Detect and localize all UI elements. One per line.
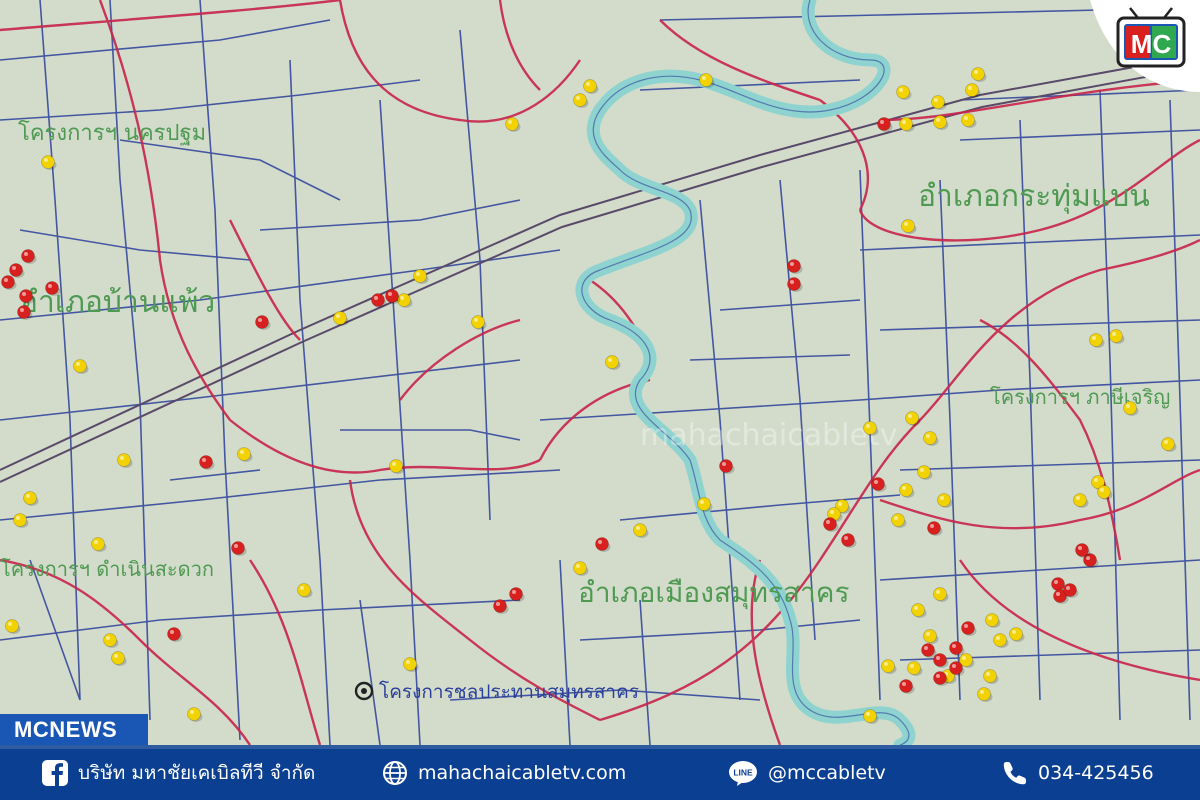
label-phasi-charoen: โครงการฯ ภาษีเจริญ — [990, 385, 1170, 409]
footer-bar: บริษัท มหาชัยเคเบิลทีวี จำกัด mahachaica… — [0, 745, 1200, 800]
globe-icon — [383, 761, 407, 785]
phone-icon — [1003, 762, 1026, 785]
label-muang-samut-sakhon: อำเภอเมืองสมุทรสาคร — [578, 576, 850, 610]
line-icon-text: LINE — [733, 768, 753, 778]
label-project-sakhon: โครงการชลประทานสมุทรสาคร — [379, 680, 639, 704]
map-canvas[interactable]: โครงการฯ นครปฐม อำเภอบ้านแพ้ว อำเภอกระทุ… — [0, 0, 1200, 745]
footer-line-id: @mccabletv — [768, 762, 886, 784]
footer-facebook[interactable]: บริษัท มหาชัยเคเบิลทีวี จำกัด — [42, 759, 315, 787]
footer-phone-number: 034-425456 — [1038, 762, 1154, 784]
mc-logo-text: MC — [1131, 29, 1172, 59]
line-app-icon: LINE — [729, 761, 757, 786]
facebook-icon — [42, 760, 68, 786]
footer-website[interactable]: mahachaicabletv.com — [382, 759, 626, 787]
mc-logo: MC — [1090, 0, 1200, 92]
mcnews-label: MCNEWS — [14, 717, 118, 742]
footer-stripe — [0, 745, 1200, 749]
footer-company-name: บริษัท มหาชัยเคเบิลทีวี จำกัด — [78, 762, 316, 784]
label-damnoen: โครงการฯ ดำเนินสะดวก — [0, 557, 214, 581]
label-krathum-baen: อำเภอกระทุ่มแบน — [918, 179, 1150, 215]
watermark-text: mahachaicabletv — [640, 418, 897, 453]
footer-phone[interactable]: 034-425456 — [1002, 759, 1154, 787]
mcnews-tab: MCNEWS — [0, 714, 148, 745]
label-nakhon-pathom: โครงการฯ นครปฐม — [18, 120, 206, 146]
footer-line[interactable]: LINE @mccabletv — [728, 759, 886, 787]
project-hq-marker[interactable]: โครงการชลประทานสมุทรสาคร — [354, 680, 639, 704]
footer-website-text: mahachaicabletv.com — [418, 762, 627, 784]
screen: โครงการฯ นครปฐม อำเภอบ้านแพ้ว อำเภอกระทุ… — [0, 0, 1200, 800]
